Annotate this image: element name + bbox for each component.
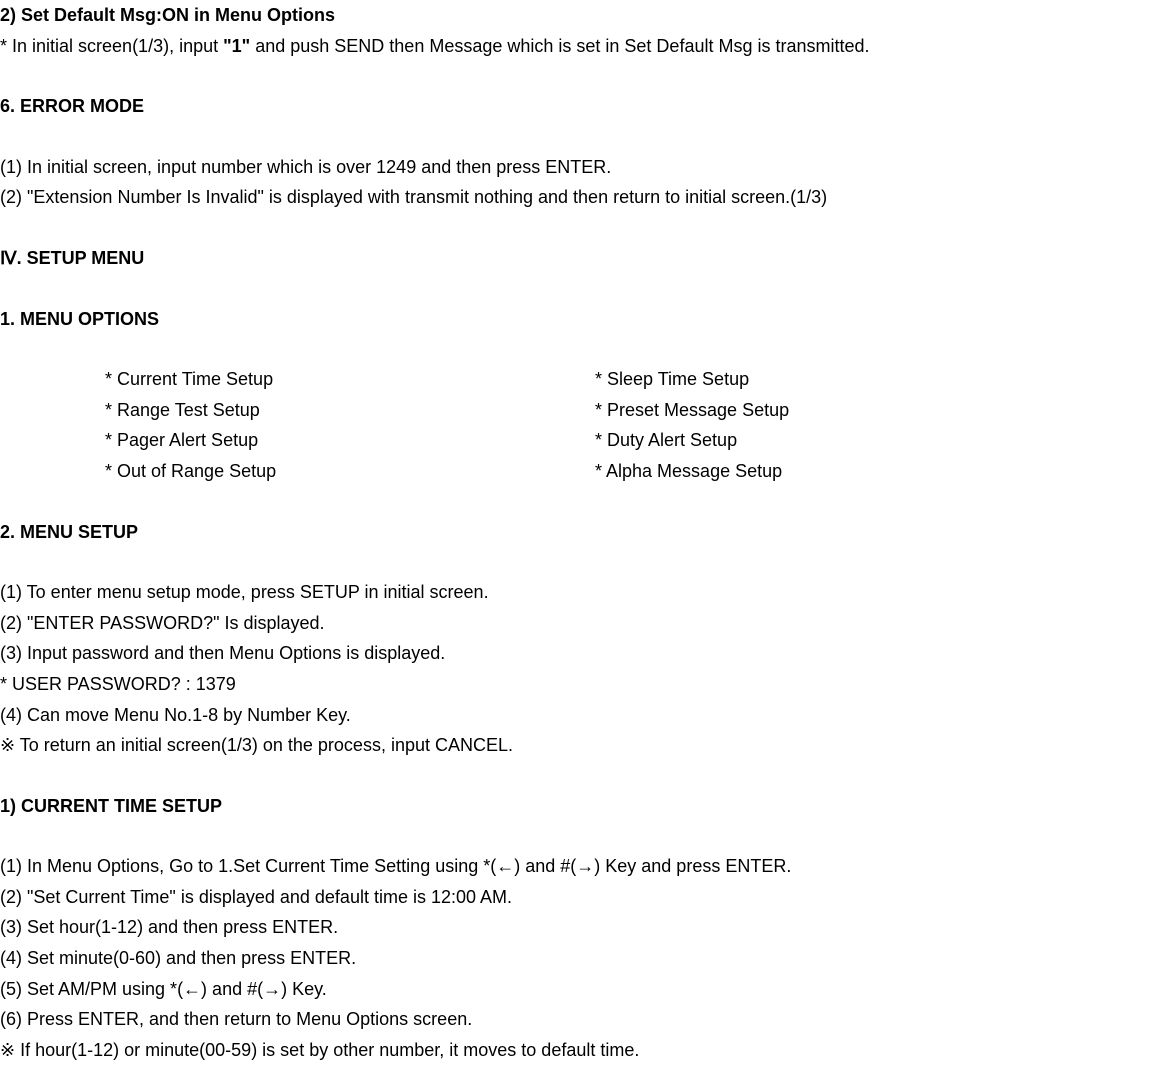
text-error-step2: (2) "Extension Number Is Invalid" is dis… xyxy=(0,182,1173,213)
option-right: * Sleep Time Setup xyxy=(595,364,1173,395)
spacer xyxy=(0,487,1173,517)
heading-current-time-setup: 1) CURRENT TIME SETUP xyxy=(0,791,1173,822)
spacer xyxy=(0,61,1173,91)
text-menu-setup-2: (2) "ENTER PASSWORD?" Is displayed. xyxy=(0,608,1173,639)
text-time-setup-6: (6) Press ENTER, and then return to Menu… xyxy=(0,1004,1173,1035)
option-left: * Current Time Setup xyxy=(105,364,595,395)
option-right: * Preset Message Setup xyxy=(595,395,1173,426)
spacer xyxy=(0,821,1173,851)
text-menu-setup-4: (4) Can move Menu No.1-8 by Number Key. xyxy=(0,700,1173,731)
menu-options-row-4: * Out of Range Setup * Alpha Message Set… xyxy=(105,456,1173,487)
option-right: * Duty Alert Setup xyxy=(595,425,1173,456)
text-menu-setup-1: (1) To enter menu setup mode, press SETU… xyxy=(0,577,1173,608)
text-part-c: and push SEND then Message which is set … xyxy=(250,36,869,56)
text-menu-setup-3: (3) Input password and then Menu Options… xyxy=(0,638,1173,669)
heading-error-mode: 6. ERROR MODE xyxy=(0,91,1173,122)
text-time-setup-note: ※ If hour(1-12) or minute(00-59) is set … xyxy=(0,1035,1173,1066)
text-time-setup-2: (2) "Set Current Time" is displayed and … xyxy=(0,882,1173,913)
text-error-step1: (1) In initial screen, input number whic… xyxy=(0,152,1173,183)
option-left: * Range Test Setup xyxy=(105,395,595,426)
option-left: * Out of Range Setup xyxy=(105,456,595,487)
text-part-a: * In initial screen(1/3), input xyxy=(0,36,223,56)
spacer xyxy=(0,547,1173,577)
menu-options-row-2: * Range Test Setup * Preset Message Setu… xyxy=(105,395,1173,426)
spacer xyxy=(0,122,1173,152)
menu-options-row-1: * Current Time Setup * Sleep Time Setup xyxy=(105,364,1173,395)
option-left: * Pager Alert Setup xyxy=(105,425,595,456)
text-user-password: * USER PASSWORD? : 1379 xyxy=(0,669,1173,700)
text-menu-setup-note: ※ To return an initial screen(1/3) on th… xyxy=(0,730,1173,761)
spacer xyxy=(0,213,1173,243)
text-time-setup-5: (5) Set AM/PM using *(←) and #(→) Key. xyxy=(0,974,1173,1005)
text-time-setup-1: (1) In Menu Options, Go to 1.Set Current… xyxy=(0,851,1173,882)
spacer xyxy=(0,334,1173,364)
spacer xyxy=(0,761,1173,791)
heading-menu-setup: 2. MENU SETUP xyxy=(0,517,1173,548)
text-part-b: "1" xyxy=(223,36,250,56)
spacer xyxy=(0,274,1173,304)
heading-setup-menu: Ⅳ. SETUP MENU xyxy=(0,243,1173,274)
text-initial-screen-input: * In initial screen(1/3), input "1" and … xyxy=(0,31,1173,62)
text-time-setup-4: (4) Set minute(0-60) and then press ENTE… xyxy=(0,943,1173,974)
text-time-setup-3: (3) Set hour(1-12) and then press ENTER. xyxy=(0,912,1173,943)
heading-menu-options: 1. MENU OPTIONS xyxy=(0,304,1173,335)
heading-default-msg: 2) Set Default Msg:ON in Menu Options xyxy=(0,0,1173,31)
option-right: * Alpha Message Setup xyxy=(595,456,1173,487)
menu-options-row-3: * Pager Alert Setup * Duty Alert Setup xyxy=(105,425,1173,456)
document-body: 2) Set Default Msg:ON in Menu Options * … xyxy=(0,0,1173,1065)
